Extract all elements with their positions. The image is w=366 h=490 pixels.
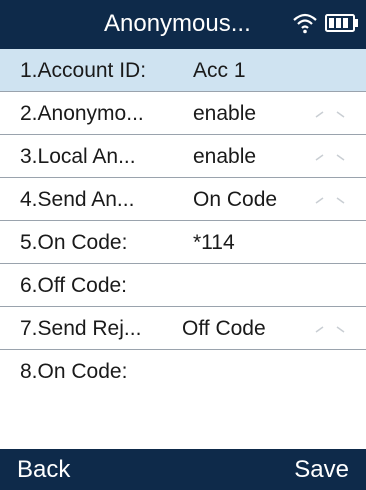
row-label: 4.Send An... [20, 188, 135, 211]
row-label: 1.Account ID: [20, 59, 147, 82]
row-label: 3.Local An... [20, 145, 136, 168]
row-value[interactable]: *114 [193, 221, 308, 264]
row-value: Acc 1 [193, 59, 246, 82]
list-item-anonymous-call[interactable]: 2.Anonymo... enable [0, 92, 366, 135]
phone-screen: Anonymous... 1.Account ID: Acc 1 2.Anony… [0, 0, 366, 490]
row-label: 8.On Code: [20, 360, 128, 383]
row-label: 5.On Code: [20, 231, 128, 254]
battery-icon [325, 14, 358, 32]
row-label: 7.Send Rej... [20, 317, 142, 340]
selector-arrows-icon[interactable] [314, 322, 346, 338]
softkey-bar: Back Save [0, 449, 366, 490]
save-softkey[interactable]: Save [294, 449, 349, 490]
title-bar: Anonymous... [0, 0, 366, 49]
list-item-send-rejection[interactable]: 7.Send Rej... Off Code [0, 307, 366, 350]
row-value: enable [193, 145, 257, 168]
row-value: Off Code [182, 317, 266, 340]
row-label: 6.Off Code: [20, 274, 128, 297]
list-item-send-anonymous[interactable]: 4.Send An... On Code [0, 178, 366, 221]
list-item-account-id[interactable]: 1.Account ID: Acc 1 [0, 49, 366, 92]
list-item-on-code[interactable]: 5.On Code: *114 [0, 221, 366, 264]
list-item-local-anonymous[interactable]: 3.Local An... enable [0, 135, 366, 178]
selector-arrows-icon[interactable] [314, 193, 346, 209]
settings-list: 1.Account ID: Acc 1 2.Anonymo... enable … [0, 49, 366, 393]
list-item-rejection-on-code[interactable]: 8.On Code: [0, 350, 366, 393]
list-item-off-code[interactable]: 6.Off Code: [0, 264, 366, 307]
row-value: enable [193, 102, 257, 125]
screen-title: Anonymous... [104, 10, 251, 37]
back-softkey[interactable]: Back [17, 449, 70, 490]
wifi-icon [293, 13, 317, 34]
selector-arrows-icon[interactable] [314, 107, 346, 123]
selector-arrows-icon[interactable] [314, 150, 346, 166]
row-label: 2.Anonymo... [20, 102, 144, 125]
row-value: On Code [193, 188, 278, 211]
